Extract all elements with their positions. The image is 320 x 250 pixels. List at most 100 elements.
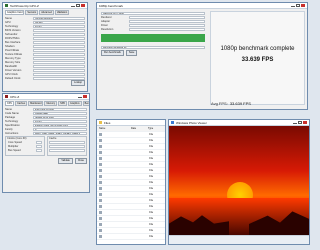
- file-icon: [99, 151, 102, 154]
- clock-field: Multiplier: [6, 144, 44, 148]
- tab-validation[interactable]: Validation: [54, 10, 70, 15]
- gpuz-field-value: [33, 40, 85, 44]
- benchmark-window[interactable]: 1080p benchmark GeForce GTX 1060 Rendere…: [96, 2, 308, 110]
- file-icon: [99, 145, 102, 148]
- file-icon: [99, 193, 102, 196]
- gpuz-field: BIOS Version: [3, 28, 87, 32]
- cell-type: File: [149, 181, 154, 184]
- column-date[interactable]: Date: [131, 127, 146, 130]
- minimize-icon[interactable]: [78, 95, 82, 98]
- bench-field: Resolution: [99, 27, 207, 31]
- column-name[interactable]: Name: [99, 127, 129, 130]
- photo-viewer-window[interactable]: Windows Photo Viewer: [168, 119, 310, 245]
- os-status: Microsoft Windows 10: [101, 45, 205, 49]
- minimize-icon[interactable]: [71, 4, 75, 7]
- clock-field-value: [36, 148, 42, 152]
- tab-spd[interactable]: SPD: [58, 101, 68, 106]
- cpuz-field: Instructions MMX, SSE, SSE2, SSE3, SSSE3,…: [3, 131, 89, 135]
- file-icon: [99, 205, 102, 208]
- gpuz-field-label: Driver Version: [5, 68, 22, 72]
- gpu-name: GeForce GTX 1060: [101, 11, 205, 15]
- file-icon: [99, 175, 102, 178]
- bench-field-label: Adapter: [101, 19, 111, 23]
- cache-title: Cache: [49, 137, 57, 140]
- gpuz-window[interactable]: TechPowerUp GPU-Z Graphics Card Sensors …: [2, 2, 88, 92]
- maximize-icon[interactable]: [76, 4, 80, 7]
- gpuz-field-label: Default Clock: [5, 76, 21, 80]
- cpuz-field: Family 6: [3, 127, 89, 131]
- file-icon: [99, 229, 102, 232]
- close-icon[interactable]: [301, 4, 305, 7]
- close-icon[interactable]: [81, 4, 85, 7]
- cpuz-field-value: Coffee Lake: [33, 111, 87, 115]
- gpuz-field-value: [33, 56, 85, 60]
- explorer-window[interactable]: Files Name Date Type File File File File Fil…: [96, 119, 166, 245]
- tab-bench[interactable]: Bench: [82, 101, 89, 106]
- cpuz-field-value: MMX, SSE, SSE2, SSE3, SSSE3, SSE4.1: [33, 131, 87, 135]
- cache-group: Cache: [47, 136, 87, 156]
- gpuz-field-value: [33, 72, 85, 76]
- cpuz-window[interactable]: CPU-Z CPU Caches Mainboard Memory SPD Graphic…: [2, 93, 90, 193]
- benchmark-fields: Renderer Adapter Driver Resolution: [99, 15, 207, 31]
- tab-graphics[interactable]: Graphics: [68, 101, 82, 106]
- tab-graphics-card[interactable]: Graphics Card: [5, 10, 25, 15]
- avg-fps-label: Avg FPS:: [211, 100, 228, 106]
- clock-field-value: [36, 144, 42, 148]
- gpuz-field: Texture Fillrate: [3, 52, 87, 56]
- gpuz-field-label: Memory Type: [5, 56, 21, 60]
- cpuz-field-label: Code Name: [5, 111, 19, 115]
- tab-mainboard[interactable]: Mainboard: [28, 101, 44, 106]
- gpuz-field-value: [33, 28, 85, 32]
- close-icon[interactable]: [303, 121, 307, 124]
- cpuz-field: Package Socket 1151 LGA: [3, 115, 89, 119]
- tab-cpu[interactable]: CPU: [5, 101, 15, 106]
- gpuz-field: Bus Interface: [3, 40, 87, 44]
- tab-advanced[interactable]: Advanced: [39, 10, 54, 15]
- gpuz-field-label: Bandwidth: [5, 64, 18, 68]
- run-benchmark-button[interactable]: Run benchmark: [101, 50, 124, 56]
- gpuz-field-label: ROPs/TMUs: [5, 36, 20, 40]
- cell-type: File: [149, 163, 154, 166]
- cell-type: File: [149, 151, 154, 154]
- benchmark-title: 1080p benchmark: [99, 3, 124, 8]
- column-type[interactable]: Type: [148, 127, 163, 130]
- clock-field-label: Multiplier: [8, 144, 19, 148]
- save-button[interactable]: Save: [125, 50, 138, 56]
- tab-caches[interactable]: Caches: [15, 101, 28, 106]
- cell-type: File: [149, 223, 154, 226]
- clocks-group: Clocks (Core #0) Core Speed Multiplier Bus…: [5, 136, 45, 156]
- maximize-icon[interactable]: [298, 121, 302, 124]
- gpuz-field: Memory Type: [3, 56, 87, 60]
- cpuz-field-label: Package: [5, 115, 16, 119]
- gpuz-field-label: GPU Clock: [5, 72, 18, 76]
- tab-memory[interactable]: Memory: [44, 101, 58, 106]
- cell-type: File: [149, 175, 154, 178]
- gpuz-field-value: [33, 68, 85, 72]
- cell-type: File: [149, 187, 154, 190]
- gpuz-field-value: [33, 36, 85, 40]
- cpuz-title: CPU-Z: [10, 94, 20, 99]
- lookup-button[interactable]: Lookup: [71, 80, 85, 86]
- clock-field-label: Bus Speed: [8, 148, 21, 152]
- cell-type: File: [149, 211, 154, 214]
- maximize-icon[interactable]: [296, 4, 300, 7]
- cpuz-field-value: 14 nm: [33, 119, 87, 123]
- gpuz-field-label: Name: [5, 16, 12, 20]
- minimize-icon[interactable]: [291, 4, 295, 7]
- validate-button[interactable]: Validate: [58, 158, 73, 164]
- file-icon: [99, 133, 102, 136]
- list-item[interactable]: File: [97, 234, 165, 240]
- photo-icon: [171, 121, 174, 124]
- close-icon[interactable]: [83, 95, 87, 98]
- gpuz-fields: Name NVIDIA GeForce GPU GP106 Technology 16 n…: [3, 16, 87, 80]
- gpuz-field-label: Pixel Fillrate: [5, 48, 20, 52]
- tab-sensors[interactable]: Sensors: [25, 10, 39, 15]
- minimize-icon[interactable]: [293, 121, 297, 124]
- close-button[interactable]: Close: [74, 158, 87, 164]
- cpuz-field: Technology 14 nm: [3, 119, 89, 123]
- gpuz-field: Shaders: [3, 44, 87, 48]
- result-title: 1080p benchmark complete: [220, 46, 295, 52]
- explorer-title: Files: [104, 120, 111, 125]
- benchmark-left-pane: GeForce GTX 1060 Renderer Adapter Driver Re…: [99, 11, 207, 105]
- gpuz-field: GPU Clock: [3, 72, 87, 76]
